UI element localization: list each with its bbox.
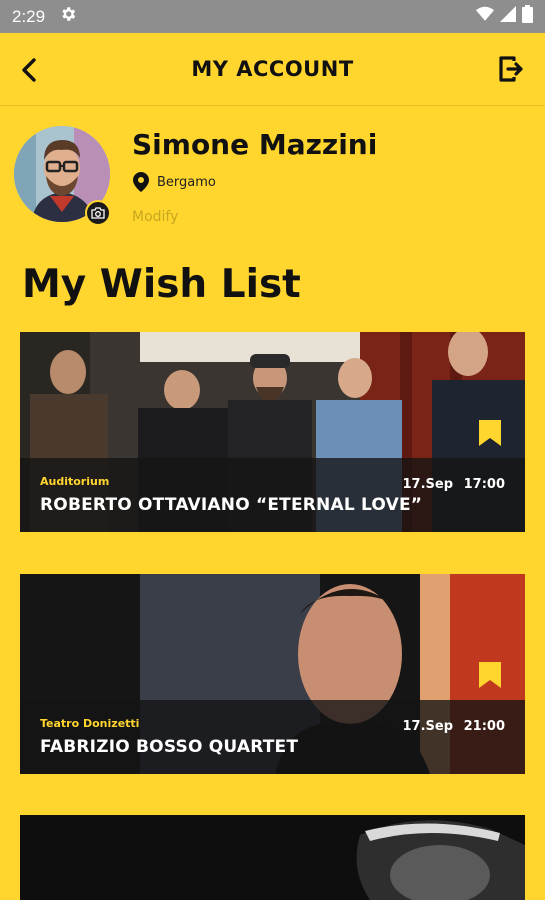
signal-icon (500, 6, 516, 27)
event-date: 17.Sep (402, 719, 453, 734)
logout-button[interactable] (495, 53, 527, 85)
event-time: 17:00 (463, 477, 505, 492)
battery-icon (522, 5, 533, 28)
status-time: 2:29 (12, 6, 46, 26)
event-venue: Teatro Donizetti (40, 717, 140, 730)
location-label: Bergamo (157, 174, 216, 190)
change-photo-button[interactable] (85, 200, 111, 226)
settings-icon (59, 5, 77, 28)
wishlist-card[interactable] (20, 815, 525, 900)
event-title: ROBERTO OTTAVIANO “ETERNAL LOVE” (40, 495, 423, 515)
event-photo (20, 815, 525, 900)
wishlist-card[interactable]: Teatro Donizetti FABRIZIO BOSSO QUARTET … (20, 574, 525, 774)
profile-name: Simone Mazzini (132, 128, 378, 161)
status-bar: 2:29 (0, 0, 545, 33)
app-bar: MY ACCOUNT (0, 33, 545, 106)
back-button[interactable] (14, 55, 44, 85)
logout-icon (499, 56, 523, 82)
status-icons (476, 5, 533, 28)
wishlist-card[interactable]: Auditorium ROBERTO OTTAVIANO “ETERNAL LO… (20, 332, 525, 532)
back-arrow-icon (22, 58, 36, 82)
event-title: FABRIZIO BOSSO QUARTET (40, 737, 299, 757)
wifi-icon (476, 6, 494, 27)
modify-link[interactable]: Modify (132, 209, 178, 225)
bookmark-icon[interactable] (479, 662, 501, 688)
bookmark-icon[interactable] (479, 420, 501, 446)
profile-section: Simone Mazzini Bergamo Modify (0, 106, 545, 246)
event-venue: Auditorium (40, 475, 110, 488)
event-time: 21:00 (463, 719, 505, 734)
page-title: MY ACCOUNT (191, 57, 354, 81)
wishlist-title: My Wish List (22, 262, 301, 307)
profile-location: Bergamo (133, 172, 216, 192)
event-date: 17.Sep (402, 477, 453, 492)
camera-icon (91, 207, 105, 219)
location-pin-icon (133, 172, 149, 192)
